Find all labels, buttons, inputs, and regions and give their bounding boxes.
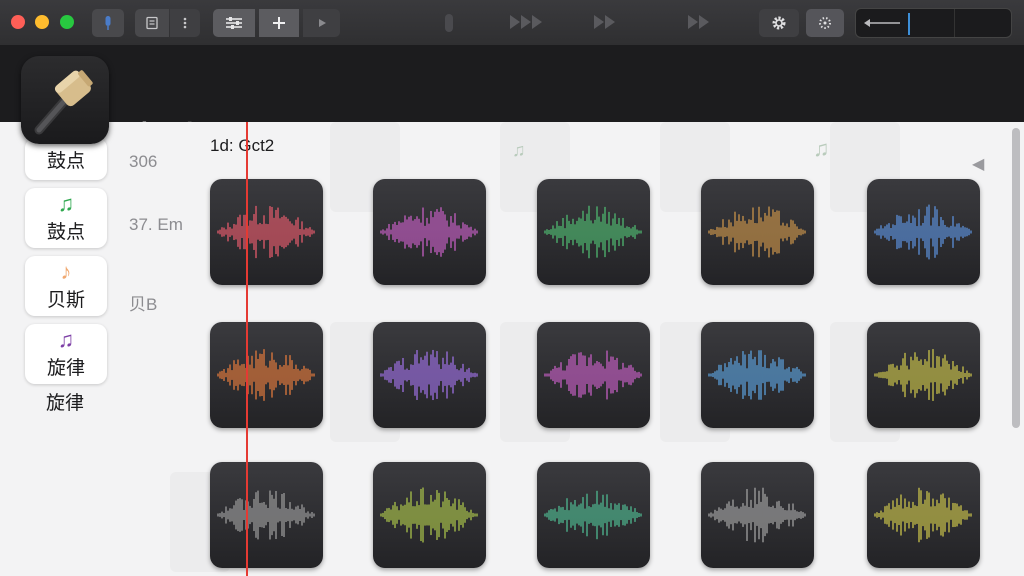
waveform-icon <box>217 490 315 540</box>
waveform-icon <box>217 349 315 401</box>
row-label: 306 <box>129 152 158 171</box>
add-track-button[interactable] <box>259 9 299 37</box>
loop-tile[interactable] <box>210 322 323 428</box>
loop-tile[interactable] <box>867 322 980 428</box>
row-label: 37. Em <box>129 215 183 234</box>
sidebar-item-drums-2[interactable]: ♫ 鼓点 <box>25 188 107 248</box>
loop-tile[interactable] <box>537 462 650 568</box>
close-window-button[interactable] <box>11 15 25 29</box>
document-icon <box>146 16 158 30</box>
mixer-button[interactable] <box>213 9 255 37</box>
sidebar-item-drums[interactable]: 鼓点 <box>25 138 107 180</box>
music-note-icon: ♫ <box>57 190 75 216</box>
sidebar-section-label: 旋律 <box>46 393 85 414</box>
loop-tile[interactable] <box>701 179 814 285</box>
fast-forward-icon[interactable] <box>510 13 550 36</box>
sidebar-item-label: 鼓点 <box>46 150 85 172</box>
music-note-icon: ♫ <box>813 136 830 161</box>
sliders-icon <box>226 17 242 29</box>
header: 柄头 <box>0 46 1024 157</box>
waveform-icon <box>544 490 642 540</box>
maximize-window-button[interactable] <box>60 15 74 29</box>
more-options-button[interactable] <box>170 9 200 37</box>
waveform-icon <box>544 205 642 259</box>
scrollbar[interactable] <box>1012 128 1020 428</box>
section-label: 1d: Gct2 <box>210 136 275 155</box>
minimize-window-button[interactable] <box>35 15 49 29</box>
loop-tile[interactable] <box>701 462 814 568</box>
loop-tile[interactable] <box>373 179 486 285</box>
sidebar-item-label: 贝斯 <box>46 289 85 311</box>
sidebar-item-label: 旋律 <box>46 357 85 379</box>
fast-forward-icon[interactable] <box>688 13 718 36</box>
plus-icon <box>273 17 285 29</box>
document-button[interactable] <box>135 9 169 37</box>
timeline-display[interactable] <box>855 8 1012 38</box>
settings-button[interactable] <box>759 9 799 37</box>
title-bar <box>0 0 1024 46</box>
waveform-icon <box>544 350 642 400</box>
loop-tile[interactable] <box>867 462 980 568</box>
loop-tile[interactable] <box>210 462 323 568</box>
arrow-left-icon <box>864 19 900 27</box>
record-icon[interactable] <box>445 14 453 32</box>
sidebar-item-bass[interactable]: ♪ 贝斯 <box>25 256 107 316</box>
loops-button[interactable] <box>806 9 844 37</box>
sidebar-item-melody[interactable]: ♫ 旋律 <box>25 324 107 384</box>
waveform-icon <box>708 206 806 258</box>
waveform-icon <box>708 350 806 400</box>
play-button[interactable] <box>303 9 340 37</box>
app-icon[interactable] <box>21 56 109 144</box>
playhead[interactable] <box>246 122 248 576</box>
hammer-icon <box>34 70 93 135</box>
loop-tile[interactable] <box>537 322 650 428</box>
play-icon <box>318 19 326 27</box>
loop-icon <box>819 17 831 29</box>
row-label: 贝B <box>129 295 158 314</box>
loop-tile[interactable] <box>867 179 980 285</box>
fast-forward-icon[interactable] <box>594 13 624 36</box>
loop-tile[interactable] <box>373 462 486 568</box>
music-note-icon: ♫ <box>512 140 526 160</box>
waveform-icon <box>874 487 972 543</box>
loop-tile[interactable] <box>537 179 650 285</box>
speaker-icon: ◀ <box>972 156 985 173</box>
waveform-icon <box>380 349 478 401</box>
waveform-icon <box>380 487 478 543</box>
waveform-icon <box>874 204 972 260</box>
waveform-icon <box>874 349 972 401</box>
waveform-icon <box>380 207 478 257</box>
ellipsis-vertical-icon <box>183 17 187 29</box>
loops-browser: ♫ ♫ ◀ 鼓点 ♫ 鼓点 ♪ 贝斯 ♫ 旋律 旋律 306 37. Em 贝B… <box>0 122 1024 576</box>
loop-tile[interactable] <box>373 322 486 428</box>
waveform-icon <box>708 487 806 543</box>
music-note-icon: ♫ <box>57 326 75 352</box>
sidebar-item-label: 鼓点 <box>46 221 85 243</box>
waveform-icon <box>217 205 315 259</box>
loop-tile[interactable] <box>210 179 323 285</box>
music-note-icon: ♪ <box>60 258 72 284</box>
loop-tile[interactable] <box>701 322 814 428</box>
mic-icon <box>105 16 111 30</box>
gear-icon <box>772 16 786 30</box>
microphone-button[interactable] <box>92 9 124 37</box>
